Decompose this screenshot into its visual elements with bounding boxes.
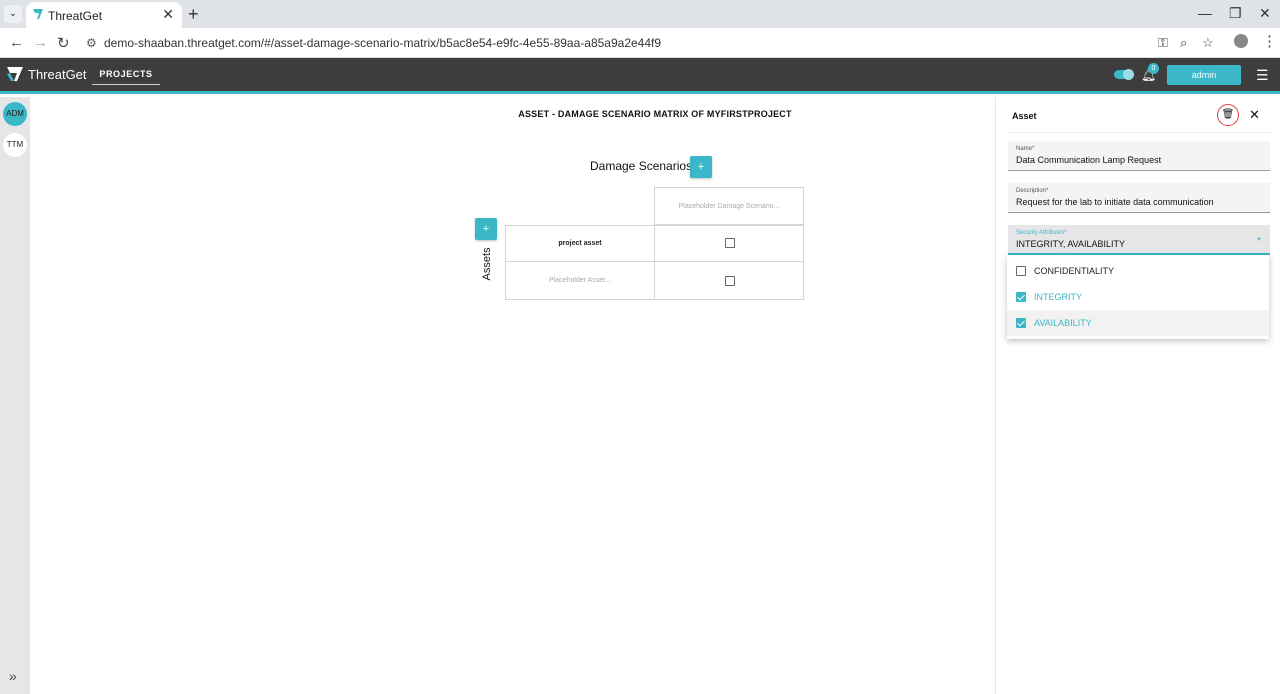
matrix-cell (654, 261, 804, 300)
add-damage-scenario-button[interactable]: + (690, 156, 712, 178)
url-field[interactable]: ⚙ demo-shaaban.threatget.com/#/asset-dam… (80, 31, 1230, 55)
site-info-icon[interactable]: ⚙ (86, 36, 97, 50)
option-label: INTEGRITY (1034, 292, 1083, 302)
assets-heading: Assets (481, 247, 493, 281)
checkbox-checked[interactable] (1016, 318, 1026, 328)
profile-avatar-icon[interactable] (1234, 34, 1248, 48)
window-close-icon[interactable]: ✕ (1259, 5, 1271, 22)
security-attributes-dropdown: CONFIDENTIALITY INTEGRITY AVAILABILITY (1007, 255, 1269, 339)
notification-badge: 0 (1148, 63, 1159, 74)
security-attributes-label: Security Attributes* (1016, 230, 1067, 236)
rail-item-adm[interactable]: ADM (3, 102, 27, 126)
bookmark-star-icon[interactable]: ☆ (1202, 35, 1214, 51)
minimize-icon[interactable]: — (1198, 5, 1212, 21)
add-asset-button[interactable]: + (475, 218, 497, 240)
zoom-icon[interactable]: ⌕ (1180, 35, 1187, 51)
dropdown-arrow-icon[interactable]: ▼ (1256, 237, 1262, 243)
security-attributes-value: INTEGRITY, AVAILABILITY (1016, 239, 1126, 249)
divider (1008, 132, 1270, 133)
password-key-icon[interactable]: ⚿ (1158, 35, 1168, 51)
nav-projects[interactable]: PROJECTS (92, 69, 160, 85)
panel-title: Asset (1012, 111, 1037, 121)
asset-row-header[interactable]: Placeholder Asset... (505, 261, 655, 300)
option-availability[interactable]: AVAILABILITY (1007, 310, 1269, 336)
rail-item-ttm[interactable]: TTM (3, 133, 27, 157)
app-logo-text[interactable]: ThreatGet (28, 67, 87, 82)
damage-scenarios-heading: Damage Scenarios (590, 159, 693, 173)
matrix-checkbox[interactable] (725, 238, 735, 248)
asset-row-label: project asset (558, 240, 602, 247)
description-field-value: Request for the lab to initiate data com… (1016, 197, 1214, 207)
tab-title: ThreatGet (48, 9, 103, 23)
browser-menu-icon[interactable]: ⋮ (1262, 32, 1277, 50)
checkbox-checked[interactable] (1016, 292, 1026, 302)
name-field[interactable]: Name* Data Communication Lamp Request (1008, 141, 1270, 171)
menu-icon[interactable]: ☰ (1256, 67, 1269, 84)
matrix-cell (654, 225, 804, 262)
name-field-label: Name* (1016, 146, 1035, 152)
close-icon[interactable]: ✕ (162, 6, 174, 23)
option-integrity[interactable]: INTEGRITY (1007, 284, 1269, 310)
option-confidentiality[interactable]: CONFIDENTIALITY (1007, 258, 1269, 284)
reload-icon[interactable]: ↻ (57, 34, 70, 52)
threatget-logo-icon (7, 67, 23, 81)
user-admin-button[interactable]: admin (1167, 65, 1241, 85)
restore-icon[interactable]: ❐ (1229, 5, 1242, 22)
new-tab-icon[interactable]: + (188, 4, 199, 25)
damage-scenario-column-header[interactable]: Placeholder Damage Scenario... (654, 187, 804, 225)
app-header: ThreatGet PROJECTS 🔔︎ 0 admin ☰ (0, 58, 1280, 94)
matrix-checkbox[interactable] (725, 276, 735, 286)
checkbox-unchecked[interactable] (1016, 266, 1026, 276)
description-field-label: Description* (1016, 188, 1049, 194)
address-bar: ← → ↻ ⚙ demo-shaaban.threatget.com/#/ass… (0, 28, 1280, 58)
forward-icon[interactable]: → (33, 34, 48, 51)
browser-tab[interactable]: ThreatGet ✕ (26, 2, 182, 28)
url-text: demo-shaaban.threatget.com/#/asset-damag… (104, 36, 662, 50)
asset-row-header[interactable]: project asset (505, 225, 655, 262)
threatget-favicon-icon (33, 9, 43, 19)
description-field[interactable]: Description* Request for the lab to init… (1008, 183, 1270, 213)
browser-tab-strip: ⌄ ThreatGet ✕ + — ❐ ✕ (0, 0, 1280, 28)
name-field-value: Data Communication Lamp Request (1016, 155, 1162, 165)
theme-toggle[interactable] (1114, 69, 1134, 80)
back-icon[interactable]: ← (9, 34, 24, 51)
page-title: ASSET - DAMAGE SCENARIO MATRIX OF MYFIRS… (518, 109, 792, 119)
expand-icon[interactable]: » (9, 668, 17, 684)
asset-row-label: Placeholder Asset... (549, 277, 611, 284)
column-header-text: Placeholder Damage Scenario... (678, 203, 780, 210)
tab-search-icon[interactable]: ⌄ (4, 5, 22, 23)
asset-details-panel: Asset 🗑︎ ✕ Name* Data Communication Lamp… (995, 97, 1280, 694)
trash-icon[interactable]: 🗑︎ (1217, 104, 1239, 126)
security-attributes-select[interactable]: Security Attributes* INTEGRITY, AVAILABI… (1008, 225, 1270, 255)
close-icon[interactable]: ✕ (1249, 107, 1260, 123)
option-label: CONFIDENTIALITY (1034, 266, 1115, 276)
left-rail: ADM TTM » (0, 97, 30, 694)
option-label: AVAILABILITY (1034, 318, 1092, 328)
